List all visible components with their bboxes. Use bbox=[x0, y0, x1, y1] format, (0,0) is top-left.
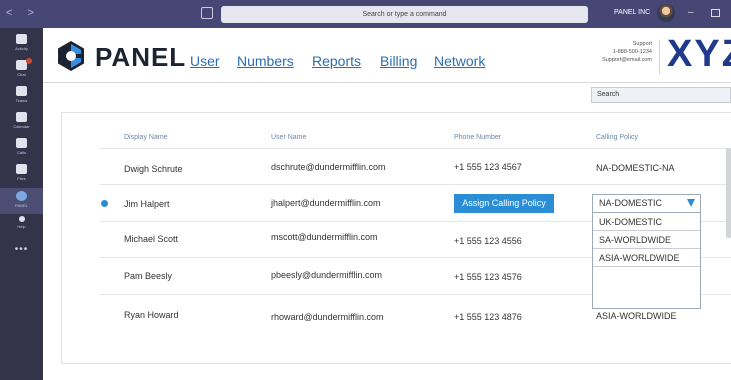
brand-name: PANEL bbox=[95, 42, 187, 72]
rail-item-chat[interactable]: Chat bbox=[0, 58, 43, 86]
org-name[interactable]: PANEL INC bbox=[614, 9, 650, 16]
support-phone: 1-888-500-1234 bbox=[612, 49, 652, 55]
header-display-name[interactable]: Display Name bbox=[124, 134, 168, 141]
bell-icon bbox=[16, 34, 27, 44]
rail-label: Chat bbox=[17, 72, 26, 77]
row-divider bbox=[100, 148, 731, 149]
user-name-cell: rhoward@dundermifflin.com bbox=[271, 312, 384, 322]
command-search-input[interactable]: Search or type a command bbox=[221, 6, 588, 23]
nav-reports[interactable]: Reports bbox=[312, 53, 361, 69]
policy-option-asia-worldwide[interactable]: ASIA-WORLDWIDE bbox=[593, 249, 700, 267]
rail-item-calendar[interactable]: Calendar bbox=[0, 112, 43, 138]
back-forward-arrows[interactable]: < > bbox=[6, 7, 40, 19]
title-bar: < > Search or type a command PANEL INC – bbox=[0, 0, 731, 28]
partner-logo: XYZ bbox=[667, 33, 731, 75]
nav-numbers[interactable]: Numbers bbox=[237, 53, 294, 69]
vertical-scrollbar[interactable] bbox=[726, 148, 731, 238]
panel-logo-icon bbox=[58, 41, 84, 71]
assign-calling-policy-button[interactable]: Assign Calling Policy bbox=[454, 194, 554, 213]
rail-label: PANEL bbox=[15, 203, 28, 208]
app-rail: Activity Chat Teams Calendar Calls Files… bbox=[0, 28, 43, 380]
phone-icon bbox=[16, 138, 27, 148]
user-name-cell: jhalpert@dundermifflin.com bbox=[271, 198, 381, 208]
display-name-cell: Michael Scott bbox=[124, 234, 179, 244]
help-icon bbox=[18, 216, 25, 222]
header-user-name[interactable]: User Name bbox=[271, 134, 306, 141]
row-divider bbox=[100, 184, 731, 185]
nav-network[interactable]: Network bbox=[434, 53, 485, 69]
rail-label: Activity bbox=[15, 46, 28, 51]
minimize-icon[interactable]: – bbox=[688, 7, 694, 18]
avatar[interactable] bbox=[657, 4, 675, 22]
calling-policy-options: UK-DOMESTIC SA-WORLDWIDE ASIA-WORLDWIDE bbox=[592, 213, 701, 309]
notification-badge bbox=[26, 58, 32, 64]
rail-label: Calls bbox=[17, 150, 26, 155]
selected-policy: NA-DOMESTIC bbox=[599, 198, 662, 208]
calling-policy-cell: ASIA-WORLDWIDE bbox=[596, 311, 677, 321]
calling-policy-cell: NA-DOMESTIC-NA bbox=[596, 163, 675, 173]
rail-label: Help bbox=[17, 224, 26, 229]
selected-row-indicator bbox=[101, 200, 108, 207]
user-name-cell: dschrute@dundermifflin.com bbox=[271, 162, 386, 172]
calendar-icon bbox=[16, 112, 27, 122]
user-name-cell: mscott@dundermifflin.com bbox=[271, 232, 378, 242]
phone-cell: +1 555 123 4567 bbox=[454, 162, 522, 172]
more-apps-icon[interactable]: ••• bbox=[0, 244, 43, 255]
display-name-cell: Ryan Howard bbox=[124, 310, 179, 320]
file-icon bbox=[16, 164, 27, 174]
header-phone-number[interactable]: Phone Number bbox=[454, 134, 501, 141]
display-name-cell: Dwigh Schrute bbox=[124, 164, 183, 174]
nav-user[interactable]: User bbox=[190, 53, 220, 69]
support-title: Support bbox=[632, 41, 652, 47]
phone-cell: +1 555 123 4576 bbox=[454, 272, 522, 282]
header-divider bbox=[659, 40, 660, 74]
display-name-cell: Pam Beesly bbox=[124, 271, 173, 281]
nav-billing[interactable]: Billing bbox=[380, 53, 417, 69]
search-input[interactable]: Search bbox=[591, 87, 731, 103]
support-email: Support@email.com bbox=[602, 57, 652, 63]
header-separator bbox=[43, 82, 731, 83]
rail-item-help[interactable]: Help bbox=[0, 216, 43, 242]
policy-option-uk-domestic[interactable]: UK-DOMESTIC bbox=[593, 213, 700, 231]
display-name-cell: Jim Halpert bbox=[124, 199, 170, 209]
rail-item-files[interactable]: Files bbox=[0, 164, 43, 190]
rail-item-panel[interactable]: PANEL bbox=[0, 188, 43, 214]
header-calling-policy[interactable]: Calling Policy bbox=[596, 134, 638, 141]
caret-down-icon[interactable] bbox=[687, 199, 695, 207]
phone-cell: +1 555 123 4876 bbox=[454, 312, 522, 322]
panel-app-icon bbox=[16, 191, 27, 201]
compose-icon[interactable] bbox=[201, 7, 213, 19]
support-info: Support 1-888-500-1234 Support@email.com bbox=[588, 40, 652, 64]
calling-policy-select[interactable]: NA-DOMESTIC bbox=[592, 194, 701, 213]
phone-cell: +1 555 123 4556 bbox=[454, 236, 522, 246]
rail-label: Calendar bbox=[13, 124, 30, 129]
user-name-cell: pbeesly@dundermifflin.com bbox=[271, 270, 383, 280]
policy-option-sa-worldwide[interactable]: SA-WORLDWIDE bbox=[593, 231, 700, 249]
rail-label: Teams bbox=[15, 98, 28, 103]
teams-icon bbox=[16, 86, 27, 96]
rail-item-activity[interactable]: Activity bbox=[0, 34, 43, 60]
rail-item-calls[interactable]: Calls bbox=[0, 138, 43, 164]
maximize-icon[interactable] bbox=[711, 9, 720, 17]
rail-label: Files bbox=[17, 176, 26, 181]
rail-item-teams[interactable]: Teams bbox=[0, 86, 43, 112]
